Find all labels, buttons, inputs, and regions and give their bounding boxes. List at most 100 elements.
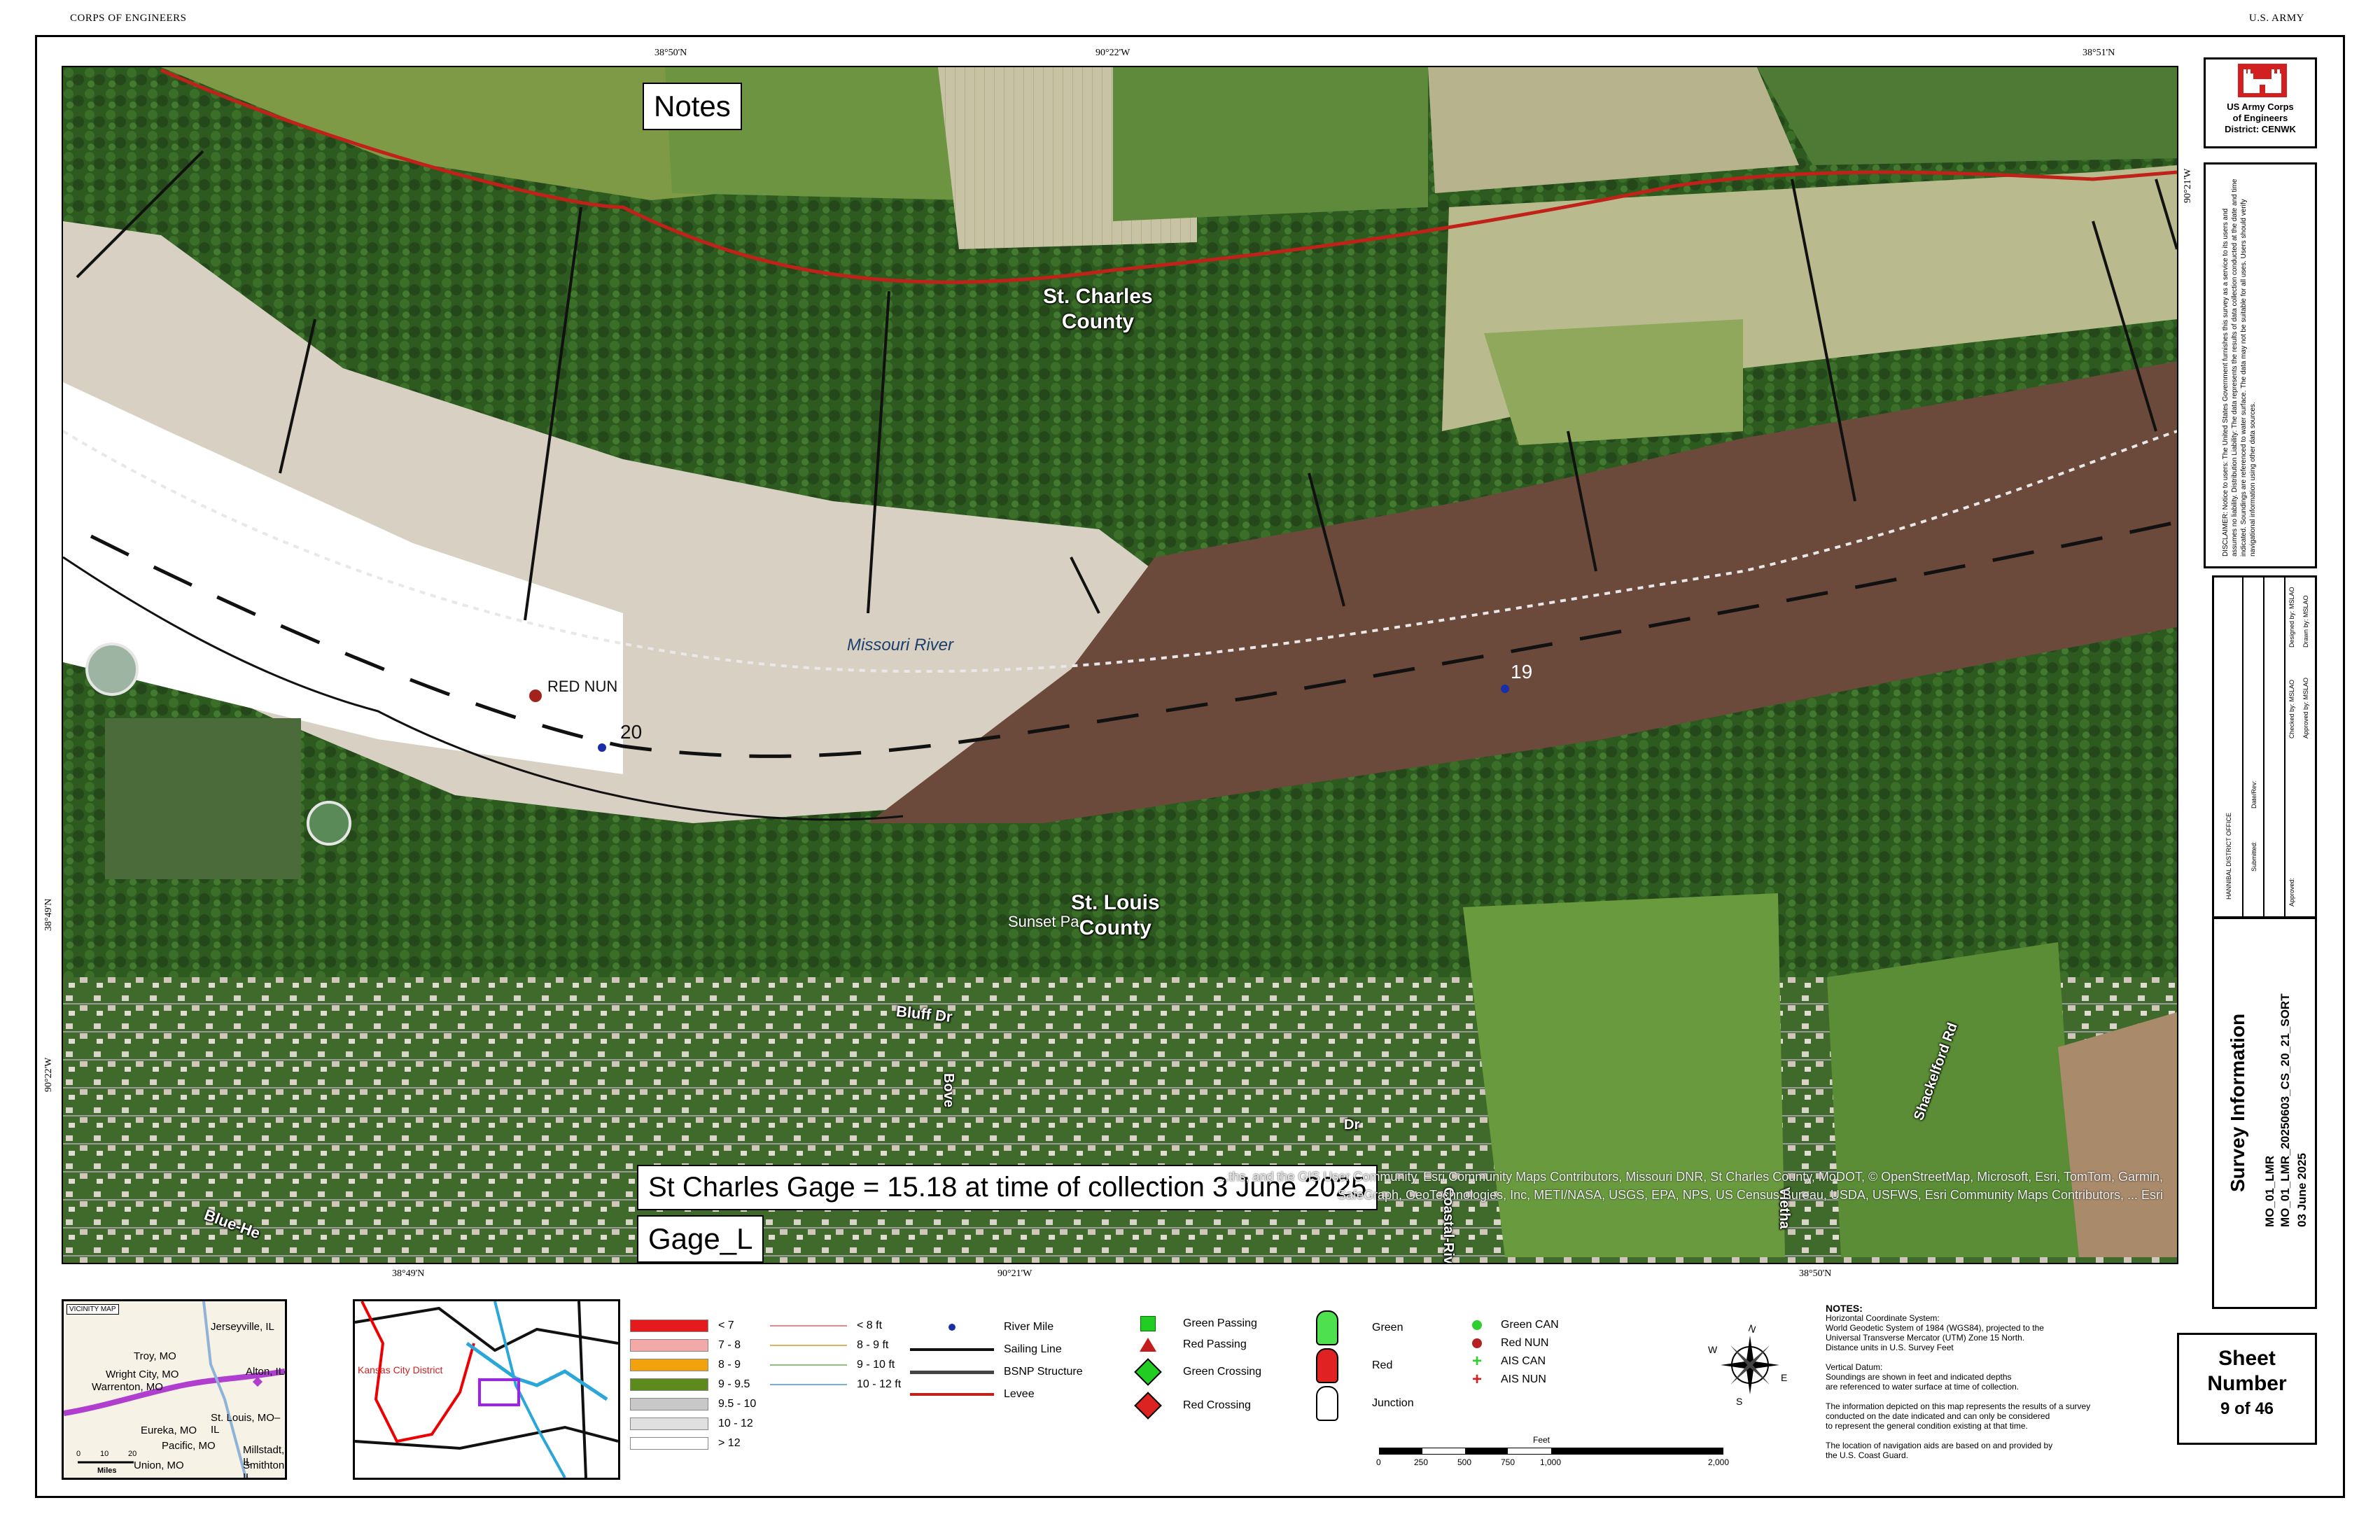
notes-line-8: are referenced to water surface at time … xyxy=(1826,1382,2019,1392)
line-label-2: Sailing Line xyxy=(1004,1343,1062,1355)
line-legend: River Mile Sailing Line BSNP Structure L… xyxy=(910,1316,1083,1406)
vicinity-place-6: Eureka, MO xyxy=(141,1424,197,1436)
county-north-label: St. Charles County xyxy=(1043,285,1153,333)
contour-label-2: 8 - 9 ft xyxy=(857,1339,889,1351)
vicinity-place-3: Wright City, MO xyxy=(106,1368,179,1380)
overview-canvas xyxy=(355,1301,618,1478)
depth-swatch-7 xyxy=(630,1437,708,1450)
line-label-3: BSNP Structure xyxy=(1004,1366,1083,1378)
vicinity-place-7: St. Louis, MO–IL xyxy=(211,1412,281,1436)
depth-label-5: 9.5 - 10 xyxy=(718,1398,757,1410)
road-dr-label: Dr xyxy=(1344,1117,1360,1133)
contour-swatch-2 xyxy=(770,1345,847,1346)
line-label-1: River Mile xyxy=(1004,1321,1054,1333)
header-left: CORPS OF ENGINEERS xyxy=(70,13,187,24)
park-field-2 xyxy=(1827,942,2079,1257)
survey-title: Survey Information xyxy=(2227,1013,2248,1192)
vicinity-place-2: Troy, MO xyxy=(134,1350,176,1362)
river-mile-icon xyxy=(948,1324,955,1331)
coord-top-2: 90°22'W xyxy=(1096,48,1130,58)
depth-swatch-3 xyxy=(630,1359,708,1371)
depth-swatch-2 xyxy=(630,1339,708,1352)
signature-row-2: Drawn by: MSLAO xyxy=(2302,595,2309,648)
notes-block: NOTES: Horizontal Coordinate System: Wor… xyxy=(1826,1303,2162,1460)
contour-legend: < 8 ft 8 - 9 ft 9 - 10 ft 10 - 12 ft xyxy=(770,1316,901,1394)
sheet-line-2: Number xyxy=(2207,1372,2287,1395)
coord-left-2: 90°22'W xyxy=(43,1057,54,1092)
buoy-label-4: AIS NUN xyxy=(1501,1373,1546,1385)
green-light-icon xyxy=(1316,1310,1338,1345)
usace-title-2: of Engineers xyxy=(2232,113,2288,123)
vicinity-place-5: Alton, IL–MO xyxy=(246,1366,285,1378)
usace-title-3: District: CENWK xyxy=(2225,124,2296,134)
coord-left-1: 38°49'N xyxy=(43,898,54,931)
red-nun-label: RED NUN xyxy=(547,678,618,695)
signature-row-4: Approved by: MSLAO xyxy=(2302,677,2309,738)
vicinity-place-8: Pacific, MO xyxy=(162,1440,216,1452)
river-mile-19-label: 19 xyxy=(1511,661,1533,682)
notes-line-1: Horizontal Coordinate System: xyxy=(1826,1313,1940,1323)
depth-swatch-1 xyxy=(630,1320,708,1332)
signature-row-3: Checked by: MSLAO xyxy=(2288,679,2295,738)
red-nun-marker xyxy=(529,690,542,702)
river-label: Missouri River xyxy=(847,636,954,654)
red-passing-icon xyxy=(1140,1338,1156,1352)
map-canvas xyxy=(63,67,2177,1263)
scale-tick-0: 0 xyxy=(1376,1457,1381,1467)
contour-swatch-3 xyxy=(770,1364,847,1366)
signature-title: HANNIBAL DISTRICT OFFICE xyxy=(2225,812,2232,899)
contour-label-3: 9 - 10 ft xyxy=(857,1359,895,1371)
river-mile-20-marker xyxy=(598,743,606,752)
vicinity-place-1: Jerseyville, IL xyxy=(211,1321,274,1333)
compass-icon xyxy=(1721,1336,1779,1394)
river-mile-20-label: 20 xyxy=(620,721,643,743)
disclaimer-box: DISCLAIMER: Notice to users: The United … xyxy=(2204,162,2317,568)
coord-bottom-1: 38°49'N xyxy=(392,1268,425,1279)
survey-date: 03 June 2025 xyxy=(2295,1153,2309,1227)
survey-file: MO_01_LMR xyxy=(2263,1155,2276,1227)
gage-l-label: Gage_L xyxy=(637,1215,764,1263)
contour-swatch-4 xyxy=(770,1384,847,1385)
green-can-icon xyxy=(1472,1320,1482,1330)
sheet-number-box: Sheet Number 9 of 46 xyxy=(2177,1333,2317,1445)
compass-rose: N E S W xyxy=(1708,1322,1792,1407)
map-attribution: ...ths, and the GIS User Community, Esri… xyxy=(1218,1170,2163,1202)
compass-e: E xyxy=(1781,1372,1788,1383)
compass-s: S xyxy=(1736,1396,1743,1407)
vicinity-scale-10: 10 xyxy=(100,1450,109,1458)
notes-line-14: The location of navigation aids are base… xyxy=(1826,1441,2053,1450)
overview-district-label: Kansas City District xyxy=(358,1364,443,1376)
green-passing-icon xyxy=(1140,1316,1156,1331)
line-label-4: Levee xyxy=(1004,1388,1035,1400)
nav-legend: Green Passing Red Passing Green Crossing… xyxy=(1134,1313,1261,1422)
vicinity-scale-0: 0 xyxy=(76,1450,81,1458)
depth-label-4: 9 - 9.5 xyxy=(718,1378,750,1390)
notes-line-6: Vertical Datum: xyxy=(1826,1362,1883,1372)
scale-tick-500: 500 xyxy=(1457,1457,1472,1467)
signature-field-1: Date/Rev: xyxy=(2250,780,2258,808)
nav-label-2: Red Passing xyxy=(1183,1338,1247,1350)
nav-label-1: Green Passing xyxy=(1183,1317,1257,1329)
coord-bottom-3: 38°50'N xyxy=(1799,1268,1832,1279)
depth-label-1: < 7 xyxy=(718,1320,734,1331)
vicinity-place-11: Smithton, IL xyxy=(243,1460,287,1480)
vicinity-scale-20: 20 xyxy=(128,1450,137,1458)
vicinity-place-9: Union, MO xyxy=(134,1460,184,1471)
depth-label-2: 7 - 8 xyxy=(718,1339,741,1351)
junction-light-icon xyxy=(1316,1386,1338,1421)
notes-line-2: World Geodetic System of 1984 (WGS84), p… xyxy=(1826,1323,2044,1333)
notes-line-10: The information depicted on this map rep… xyxy=(1826,1401,2091,1411)
sheet-line-1: Sheet xyxy=(2218,1347,2276,1370)
depth-label-6: 10 - 12 xyxy=(718,1418,753,1429)
nav-label-4: Red Crossing xyxy=(1183,1399,1251,1411)
red-nun-icon xyxy=(1472,1338,1482,1348)
notes-line-4: Distance units in U.S. Survey Feet xyxy=(1826,1343,1954,1352)
usace-logo-box: US Army Corps of Engineers District: CEN… xyxy=(2204,57,2317,148)
scale-tick-1000: 1,000 xyxy=(1540,1457,1562,1467)
signature-field-3: Approved: xyxy=(2288,877,2295,906)
notes-line-15: the U.S. Coast Guard. xyxy=(1826,1450,1909,1460)
scale-tick-2000: 2,000 xyxy=(1708,1457,1730,1467)
map-frame: Notes St Charles Gage = 15.18 at time of… xyxy=(62,66,2178,1264)
notes-line-11: conducted on the date indicated and can … xyxy=(1826,1411,2050,1421)
vicinity-place-4: Warrenton, MO xyxy=(92,1381,163,1393)
